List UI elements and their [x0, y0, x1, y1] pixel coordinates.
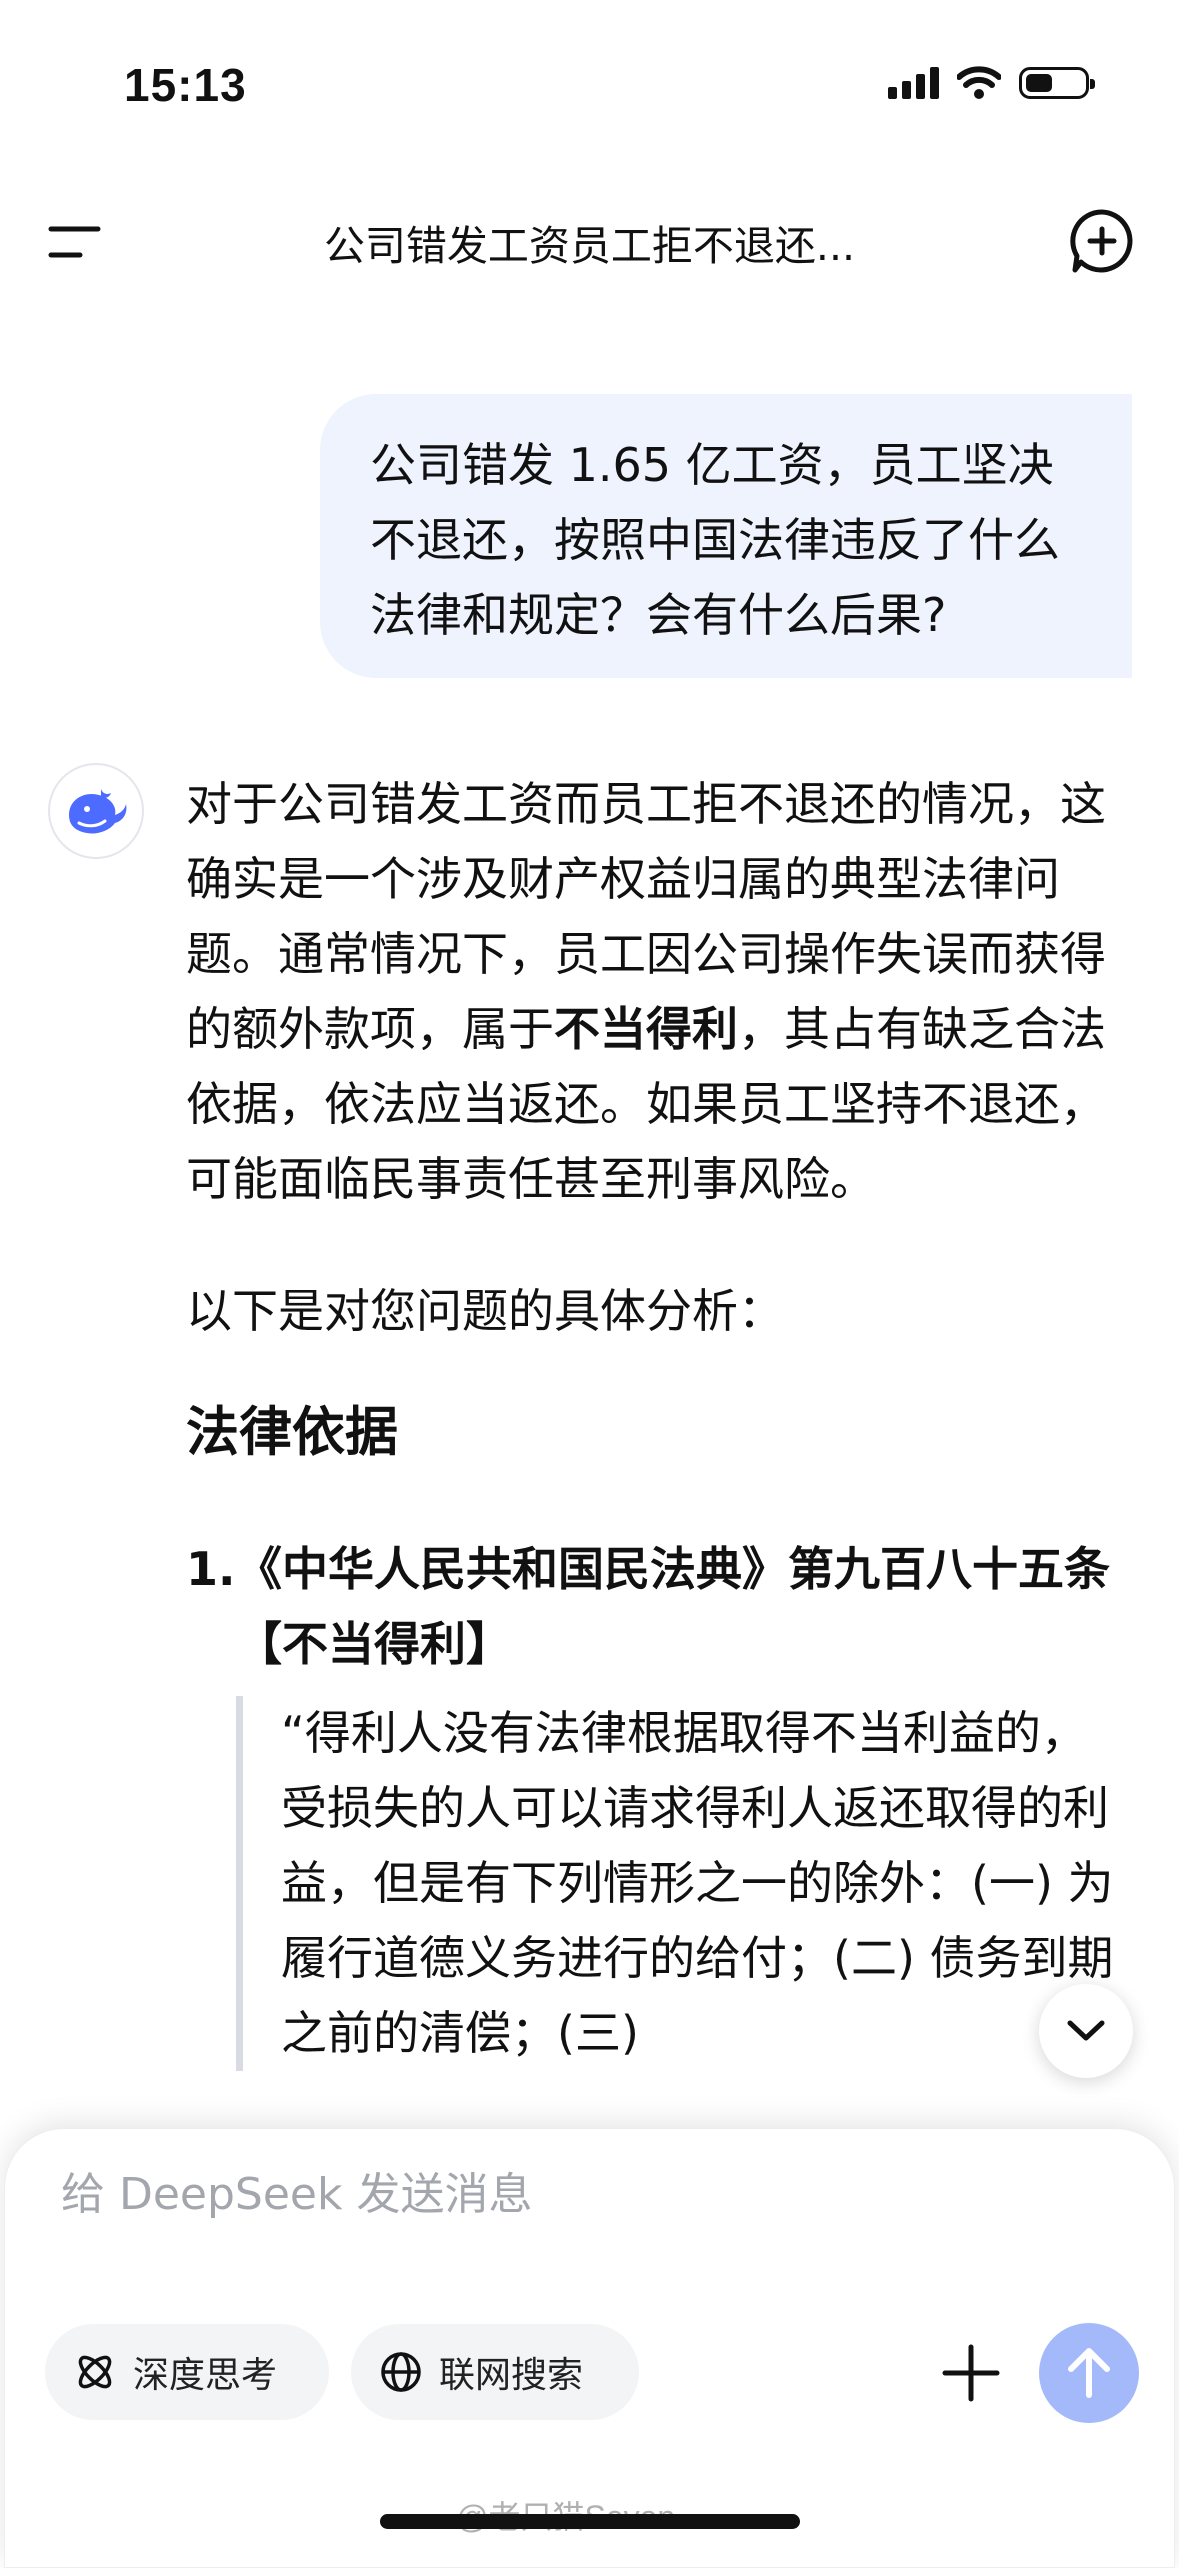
chevron-down-icon	[1067, 2020, 1105, 2041]
web-search-button[interactable]: 联网搜索	[351, 2324, 639, 2420]
web-search-label: 联网搜索	[439, 2355, 584, 2396]
deep-think-button[interactable]: 深度思考	[45, 2324, 329, 2420]
deepseek-avatar-icon	[48, 763, 144, 859]
status-icons	[888, 66, 1095, 100]
send-button[interactable]	[1039, 2323, 1139, 2423]
user-message-bubble: 公司错发 1.65 亿工资，员工坚决不退还，按照中国法律违反了什么法律和规定？会…	[320, 394, 1132, 678]
law-title: 《中华人民共和国民法典》第九百八十五条【不当得利】	[236, 1542, 1110, 1671]
law-quote: “得利人没有法律根据取得不当利益的，受损失的人可以请求得利人返还取得的利益，但是…	[236, 1696, 1116, 2071]
home-indicator	[380, 2514, 800, 2529]
scroll-down-button[interactable]	[1039, 1984, 1133, 2078]
wifi-icon	[957, 66, 1001, 99]
law-list-item: 1. 《中华人民共和国民法典》第九百八十五条【不当得利】	[186, 1532, 1116, 1682]
list-number: 1.	[186, 1542, 236, 1596]
arrow-up-icon	[1068, 2348, 1110, 2398]
attach-plus-icon[interactable]	[941, 2343, 1001, 2403]
section-heading: 法律依据	[186, 1402, 398, 1463]
new-chat-icon[interactable]	[1069, 208, 1135, 274]
cellular-signal-icon	[888, 67, 939, 99]
whale-logo-icon	[69, 789, 127, 834]
answer-bold-term: 不当得利	[554, 1002, 738, 1056]
chat-title[interactable]: 公司错发工资员工拒不退还...	[0, 212, 1179, 272]
atom-icon	[78, 2355, 112, 2389]
battery-icon	[1019, 67, 1095, 99]
message-input[interactable]	[61, 2169, 941, 2220]
assistant-answer: 对于公司错发工资而员工拒不退还的情况，这确实是一个涉及财产权益归属的典型法律问题…	[186, 767, 1116, 2071]
status-time: 15:13	[124, 59, 247, 111]
globe-icon	[381, 2352, 421, 2392]
answer-paragraph-2: 以下是对您问题的具体分析：	[186, 1284, 784, 1338]
answer-paragraph-1: 对于公司错发工资而员工拒不退还的情况，这确实是一个涉及财产权益归属的典型法律问题…	[186, 767, 1116, 1217]
deep-think-label: 深度思考	[133, 2355, 278, 2396]
